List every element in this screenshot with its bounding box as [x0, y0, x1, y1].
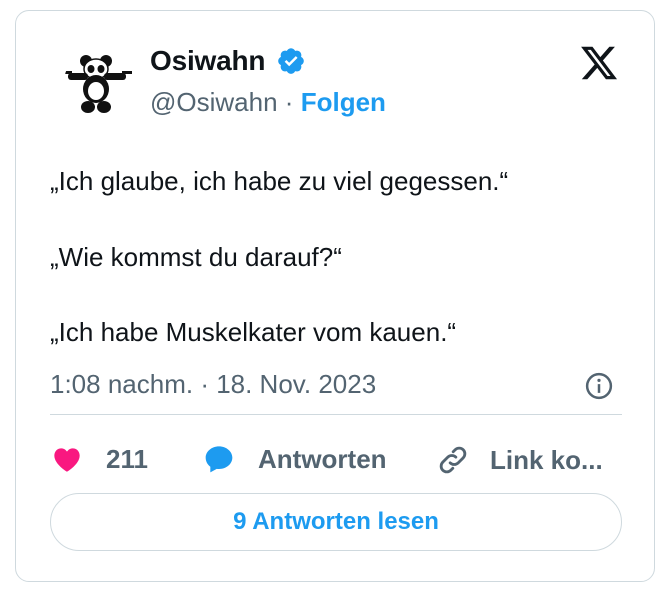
tweet-card: Osiwahn @Osiwahn · Folgen „Ich glaube, i…: [15, 10, 655, 582]
info-icon[interactable]: [584, 371, 614, 401]
heart-icon: [54, 448, 80, 472]
divider: [50, 414, 622, 415]
like-button[interactable]: 211: [50, 443, 148, 475]
reply-label: Antworten: [258, 443, 387, 474]
x-logo-icon[interactable]: [578, 43, 620, 83]
timestamp-link[interactable]: 1:08 nachm. · 18. Nov. 2023: [50, 369, 376, 400]
read-replies-button[interactable]: 9 Antworten lesen: [50, 493, 622, 551]
speech-bubble-icon: [205, 446, 233, 473]
handle-row: @Osiwahn · Folgen: [150, 87, 386, 118]
tweet-text-line-1: „Ich glaube, ich habe zu viel gegessen.“: [50, 166, 509, 196]
panda-avatar[interactable]: [64, 47, 136, 119]
tweet-text-line-2: „Wie kommst du darauf?“: [50, 242, 342, 272]
tweet-text-line-3: „Ich habe Muskelkater vom kauen.“: [50, 317, 457, 347]
link-icon: [439, 446, 467, 474]
verified-badge-icon: [278, 48, 304, 74]
like-count: 211: [106, 443, 148, 474]
copy-link-button[interactable]: Link ko...: [436, 443, 603, 477]
separator: ·: [284, 87, 294, 117]
author-handle[interactable]: @Osiwahn: [150, 87, 278, 117]
follow-button[interactable]: Folgen: [301, 87, 386, 117]
copy-link-label: Link ko...: [490, 444, 603, 475]
author-name[interactable]: Osiwahn: [150, 45, 265, 77]
reply-button[interactable]: Antworten: [202, 443, 387, 475]
